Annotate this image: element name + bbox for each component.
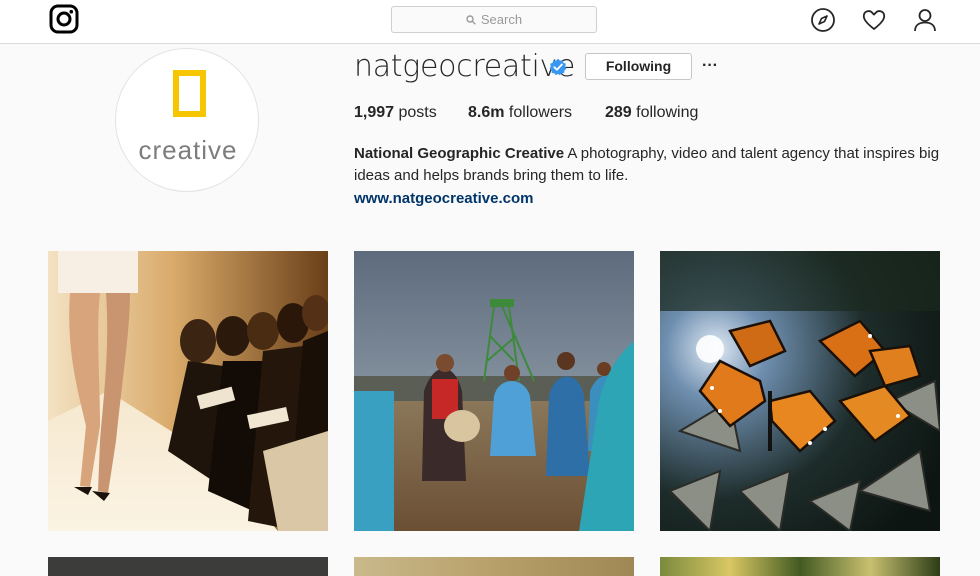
- profile-website-link[interactable]: www.natgeocreative.com: [354, 190, 534, 207]
- following-count-stat[interactable]: 289 following: [605, 104, 698, 122]
- heart-icon[interactable]: [861, 7, 887, 33]
- runway-photo: [48, 251, 328, 531]
- more-options-icon[interactable]: ···: [702, 58, 720, 74]
- verified-badge-icon: [549, 58, 567, 76]
- post-thumbnail-4[interactable]: [48, 557, 328, 576]
- profile-avatar[interactable]: creative: [115, 48, 259, 192]
- top-navigation-bar: Search: [0, 0, 980, 44]
- posts-count-stat: 1,997 posts: [354, 104, 437, 122]
- butterflies-photo: [660, 251, 940, 531]
- post-thumbnail-dancers[interactable]: [354, 251, 634, 531]
- post-thumbnail-runway[interactable]: [48, 251, 328, 531]
- search-icon: [466, 14, 476, 25]
- natgeo-yellow-frame-logo: [173, 70, 206, 117]
- avatar-creative-text: creative: [138, 135, 238, 165]
- followers-count: 8.6m: [468, 104, 505, 121]
- post-thumbnail-5[interactable]: [354, 557, 634, 576]
- post-thumbnail-butterflies[interactable]: [660, 251, 940, 531]
- followers-count-stat[interactable]: 8.6m followers: [468, 104, 572, 122]
- followers-label: followers: [504, 104, 573, 121]
- search-placeholder: Search: [480, 12, 523, 27]
- profile-username: natgeocreative: [354, 49, 576, 84]
- posts-label: posts: [394, 104, 437, 121]
- instagram-logo-icon[interactable]: [49, 4, 79, 34]
- post-thumbnail-6[interactable]: [660, 557, 940, 576]
- bio-full-name: National Geographic Creative: [354, 145, 565, 162]
- search-input[interactable]: Search: [391, 6, 597, 33]
- following-button[interactable]: Following: [585, 53, 692, 80]
- dancers-photo: [354, 251, 634, 531]
- following-label: following: [631, 104, 699, 121]
- following-count: 289: [605, 104, 632, 121]
- explore-compass-icon[interactable]: [810, 7, 836, 33]
- profile-bio: National Geographic Creative A photograp…: [354, 143, 944, 187]
- profile-person-icon[interactable]: [912, 7, 938, 33]
- posts-count: 1,997: [354, 104, 395, 121]
